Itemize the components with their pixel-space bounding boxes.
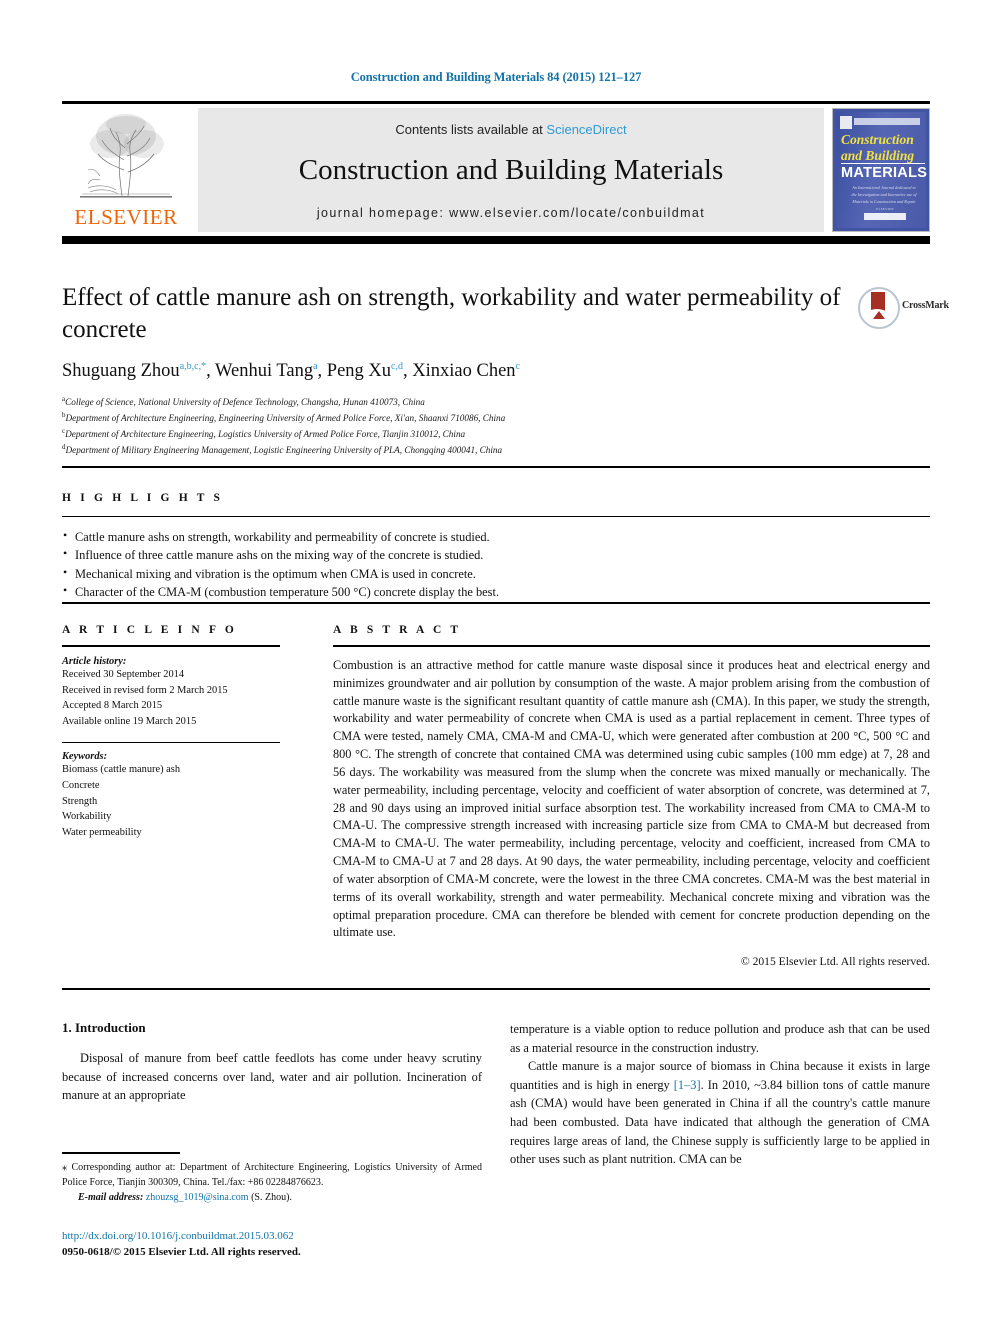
corresponding-author-note: ⁎ Corresponding author at: Department of… xyxy=(62,1161,482,1188)
journal-band: Contents lists available at ScienceDirec… xyxy=(198,108,824,232)
crossmark-badge[interactable]: CrossMark xyxy=(858,287,949,331)
article-info-label: A R T I C L E I N F O xyxy=(62,624,237,636)
highlights-label: H I G H L I G H T S xyxy=(62,492,224,504)
cover-line-2: and Building xyxy=(841,148,915,163)
journal-masthead: ELSEVIER Contents lists available at Sci… xyxy=(62,101,930,244)
cover-footer-box xyxy=(864,213,906,220)
citation-link[interactable]: [1–3] xyxy=(674,1078,701,1092)
paragraph: Cattle manure is a major source of bioma… xyxy=(510,1057,930,1169)
contents-prefix: Contents lists available at xyxy=(395,122,547,137)
affiliation-text: Department of Architecture Engineering, … xyxy=(65,413,506,424)
cover-line-1: Construction xyxy=(841,132,914,147)
body-column-left: 1. Introduction Disposal of manure from … xyxy=(62,1020,482,1105)
journal-title: Construction and Building Materials xyxy=(298,154,724,186)
footnote-block: ⁎ Corresponding author at: Department of… xyxy=(62,1152,482,1205)
article-history-item: Available online 19 March 2015 xyxy=(62,715,197,727)
keyword-item: Workability xyxy=(62,811,112,823)
affiliation-text: Department of Architecture Engineering, … xyxy=(65,429,466,440)
list-item: Mechanical mixing and vibration is the o… xyxy=(62,564,762,583)
contents-line: Contents lists available at ScienceDirec… xyxy=(198,122,824,137)
author-list: Shuguang Zhoua,b,c,*, Wenhui Tanga, Peng… xyxy=(62,361,852,382)
keyword-item: Biomass (cattle manure) ash xyxy=(62,764,181,776)
cover-blurb: An International Journal dedicated to th… xyxy=(851,185,917,205)
email-note: E-mail address: zhouzsg_1019@sina.com (S… xyxy=(62,1190,482,1205)
cover-badge-icon xyxy=(840,116,852,129)
crossmark-icon xyxy=(858,287,900,329)
highlights-underline xyxy=(62,516,930,517)
elsevier-wordmark: ELSEVIER xyxy=(74,205,178,229)
abstract-underline xyxy=(333,645,930,647)
article-history-item: Accepted 8 March 2015 xyxy=(62,700,163,712)
author-sep: , xyxy=(317,361,327,382)
masthead-top-rule xyxy=(62,101,930,104)
section-title-introduction: 1. Introduction xyxy=(62,1020,146,1035)
sciencedirect-link[interactable]: ScienceDirect xyxy=(546,122,626,137)
body-column-right: temperature is a viable option to reduce… xyxy=(510,1020,930,1169)
doi-link[interactable]: http://dx.doi.org/10.1016/j.conbuildmat.… xyxy=(62,1229,492,1245)
email-link[interactable]: zhouzsg_1019@sina.com xyxy=(146,1192,249,1203)
keyword-item: Concrete xyxy=(62,780,100,792)
elsevier-tree-icon xyxy=(70,110,182,202)
affiliation-text: Department of Military Engineering Manag… xyxy=(65,445,503,456)
paragraph: Disposal of manure from beef cattle feed… xyxy=(62,1051,482,1103)
highlights-list: Cattle manure ashs on strength, workabil… xyxy=(62,527,762,601)
issn-copyright-line: 0950-0618/© 2015 Elsevier Ltd. All right… xyxy=(62,1245,301,1258)
keywords-divider xyxy=(62,742,280,744)
article-info-column: A R T I C L E I N F O Article history: R… xyxy=(62,624,280,840)
affiliation-item: aCollege of Science, National University… xyxy=(62,394,852,410)
article-history-item: Received 30 September 2014 xyxy=(62,669,185,680)
cover-line-3: MATERIALS xyxy=(841,165,928,181)
article-history-item: Received in revised form 2 March 2015 xyxy=(62,684,228,696)
keyword-item: Water permeability xyxy=(62,826,142,838)
abstract-label: A B S T R A C T xyxy=(333,624,462,636)
email-label: E-mail address: xyxy=(78,1191,144,1203)
author-name: Shuguang Zhou xyxy=(62,361,180,382)
abstract-text: Combustion is an attractive method for c… xyxy=(333,658,930,940)
list-item: Cattle manure ashs on strength, workabil… xyxy=(62,527,762,546)
author-marks: a,b,c, xyxy=(179,361,202,372)
keyword-item: Strength xyxy=(62,795,98,807)
keywords-label: Keywords: xyxy=(62,751,108,763)
author-name: Xinxiao Chen xyxy=(412,361,516,382)
body-top-rule xyxy=(62,988,930,990)
running-head: Construction and Building Materials 84 (… xyxy=(350,70,642,84)
author-name: Peng Xu xyxy=(326,361,392,382)
paper-page: Construction and Building Materials 84 (… xyxy=(0,0,992,1323)
article-history-label: Article history: xyxy=(62,656,127,667)
crossmark-label: CrossMark xyxy=(902,300,949,311)
cover-divider xyxy=(841,163,925,164)
journal-cover-thumbnail[interactable]: Construction and Building MATERIALS An I… xyxy=(832,108,930,232)
email-suffix: (S. Zhou). xyxy=(251,1191,292,1203)
affiliation-item: cDepartment of Architecture Engineering,… xyxy=(62,426,852,442)
affiliation-item: bDepartment of Architecture Engineering,… xyxy=(62,410,852,426)
title-block: Effect of cattle manure ash on strength,… xyxy=(62,282,852,458)
copyright-line: © 2015 Elsevier Ltd. All rights reserved… xyxy=(740,955,930,969)
article-info-underline xyxy=(62,645,280,647)
abstract-column: A B S T R A C T Combustion is an attract… xyxy=(333,624,930,968)
author-marks: c xyxy=(515,361,520,372)
affiliation-list: aCollege of Science, National University… xyxy=(62,394,852,458)
affiliation-item: dDepartment of Military Engineering Mana… xyxy=(62,442,852,458)
footnote-rule xyxy=(62,1152,180,1154)
list-item: Character of the CMA-M (combustion tempe… xyxy=(62,582,762,601)
elsevier-logo: ELSEVIER xyxy=(62,108,190,232)
author-marks: c,d xyxy=(391,361,403,372)
journal-homepage[interactable]: journal homepage: www.elsevier.com/locat… xyxy=(198,206,824,220)
page-title: Effect of cattle manure ash on strength,… xyxy=(62,284,841,343)
doi-block: http://dx.doi.org/10.1016/j.conbuildmat.… xyxy=(62,1229,492,1261)
highlights-top-rule xyxy=(62,466,930,468)
paragraph: temperature is a viable option to reduce… xyxy=(510,1022,930,1055)
cover-footer-text: ELSEVIER xyxy=(876,207,894,211)
author-sep: , xyxy=(403,361,413,382)
affiliation-text: College of Science, National University … xyxy=(65,397,425,408)
info-top-rule xyxy=(62,602,930,604)
author-name: Wenhui Tang xyxy=(215,361,314,382)
cover-top-bar xyxy=(854,118,920,125)
list-item: Influence of three cattle manure ashs on… xyxy=(62,545,762,564)
author-sep: , xyxy=(206,361,215,382)
masthead-bottom-rule xyxy=(62,236,930,244)
